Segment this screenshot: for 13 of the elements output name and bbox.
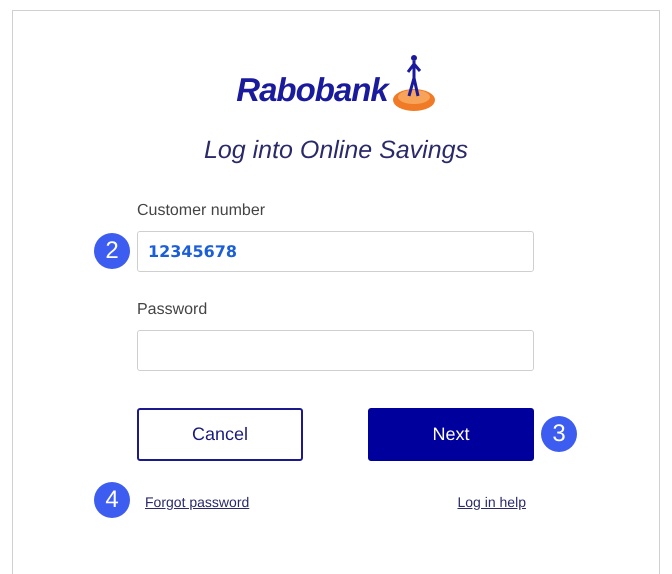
page-title: Log into Online Savings xyxy=(204,138,468,163)
step-marker: 4 xyxy=(94,482,130,518)
cancel-button[interactable]: Cancel xyxy=(137,408,303,461)
logo-text: Rabobank xyxy=(236,73,388,106)
field-label: Password xyxy=(137,302,208,318)
input-field[interactable]: 12345678 xyxy=(137,231,534,272)
step-marker: 2 xyxy=(94,233,130,269)
next-button[interactable]: Next xyxy=(368,408,534,461)
text-link[interactable]: Log in help xyxy=(457,494,526,510)
input-field[interactable] xyxy=(137,330,534,371)
text-link[interactable]: Forgot password xyxy=(145,494,250,510)
step-marker: 3 xyxy=(541,416,577,452)
field-label: Customer number xyxy=(137,203,266,219)
